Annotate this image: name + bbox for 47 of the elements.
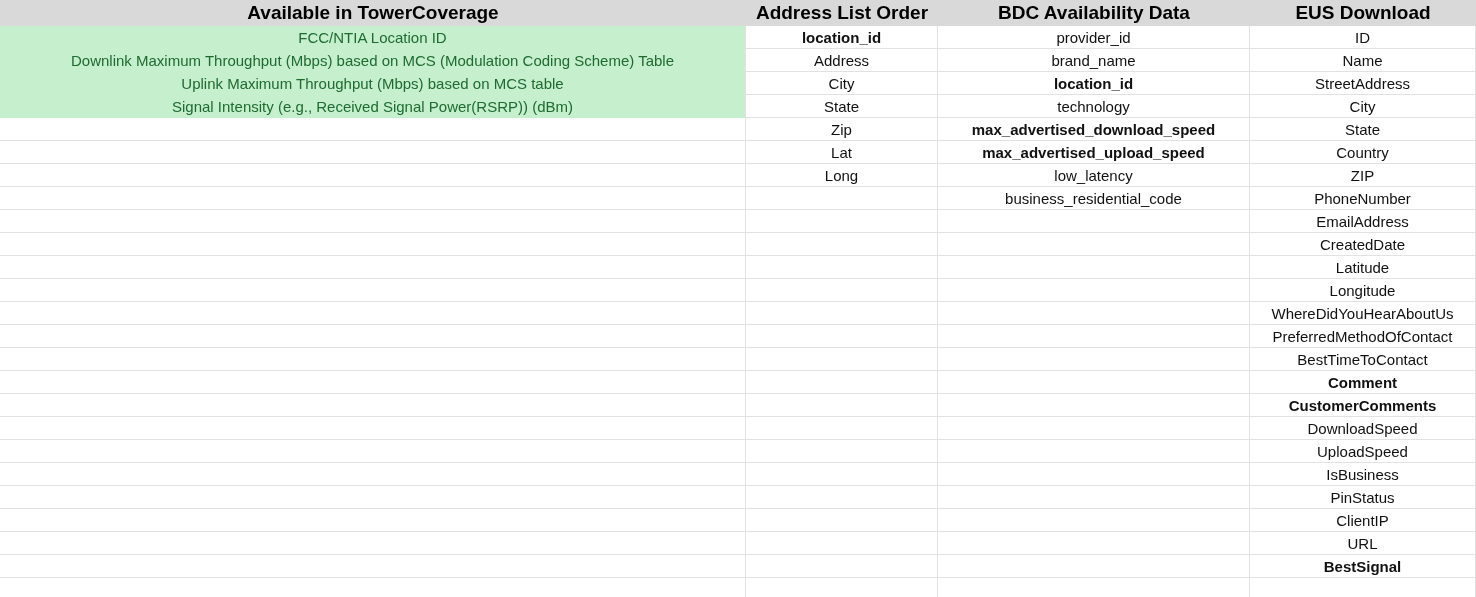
table-cell: URL [1250,532,1476,555]
table-cell: BestSignal [1250,555,1476,578]
table-cell: IsBusiness [1250,463,1476,486]
column-header: BDC Availability Data [938,0,1250,26]
table-cell: business_residential_code [938,187,1250,210]
table-cell: Comment [1250,371,1476,394]
table-cell: EmailAddress [1250,210,1476,233]
table-cell: max_advertised_upload_speed [938,141,1250,164]
table-cell: FCC/NTIA Location ID [0,26,746,49]
table-cell: PhoneNumber [1250,187,1476,210]
table-cell: CreatedDate [1250,233,1476,256]
table-cell: City [1250,95,1476,118]
table-cell: Lat [746,141,938,164]
table-cell: Signal Intensity (e.g., Received Signal Power(RSRP)) (dBm) [0,95,746,118]
table-cell: Longitude [1250,279,1476,302]
table-cell: Country [1250,141,1476,164]
table-cell: CustomerComments [1250,394,1476,417]
table-cell: ClientIP [1250,509,1476,532]
column-header: EUS Download [1250,0,1476,26]
column-header: Address List Order [746,0,938,26]
table-cell: WhereDidYouHearAboutUs [1250,302,1476,325]
table-cell: provider_id [938,26,1250,49]
table-cell: Address [746,49,938,72]
table-cell: technology [938,95,1250,118]
table-cell: PinStatus [1250,486,1476,509]
table-cell: Zip [746,118,938,141]
table-cell: location_id [938,72,1250,95]
table-cell: UploadSpeed [1250,440,1476,463]
table-cell: Name [1250,49,1476,72]
table-cell: PreferredMethodOfContact [1250,325,1476,348]
table-cell: Latitude [1250,256,1476,279]
table-cell: ZIP [1250,164,1476,187]
table-cell: Uplink Maximum Throughput (Mbps) based on MCS table [0,72,746,95]
table-cell: location_id [746,26,938,49]
table-cell: StreetAddress [1250,72,1476,95]
column-header: Available in TowerCoverage [0,0,746,26]
table-cell: max_advertised_download_speed [938,118,1250,141]
table-cell: BestTimeToContact [1250,348,1476,371]
table-cell: low_latency [938,164,1250,187]
table-cell: ID [1250,26,1476,49]
table-cell: brand_name [938,49,1250,72]
table-cell: State [1250,118,1476,141]
table-cell: State [746,95,938,118]
table-cell: Long [746,164,938,187]
table-cell: DownloadSpeed [1250,417,1476,440]
table-cell: City [746,72,938,95]
table-cell: Downlink Maximum Throughput (Mbps) based on MCS (Modulation Coding Scheme) Table [0,49,746,72]
